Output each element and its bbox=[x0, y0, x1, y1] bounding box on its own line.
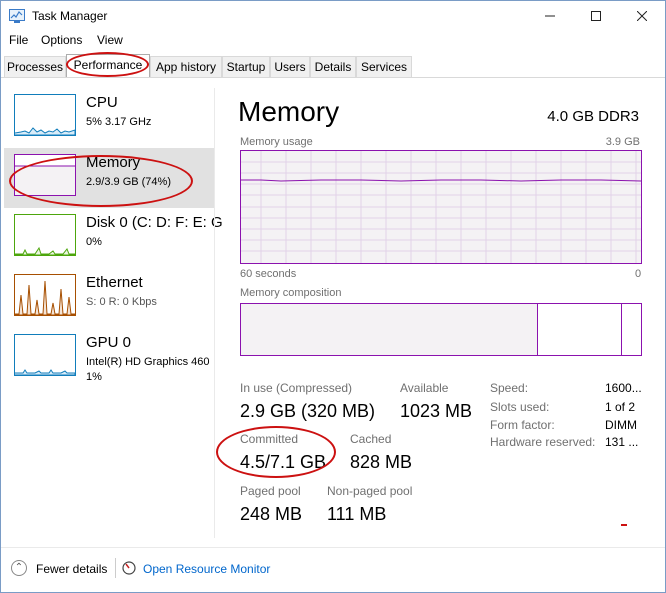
memory-usage-graph bbox=[240, 150, 642, 264]
disk-thumbnail-graph bbox=[14, 214, 76, 256]
in-use-label: In use (Compressed) bbox=[240, 381, 353, 395]
speed-value: 1600... bbox=[605, 381, 642, 395]
window-title: Task Manager bbox=[32, 9, 108, 23]
detail-title: Memory bbox=[238, 96, 340, 127]
ethernet-sparkline bbox=[15, 280, 75, 315]
non-paged-pool-label: Non-paged pool bbox=[327, 484, 413, 498]
maximize-button[interactable] bbox=[573, 1, 619, 31]
tab-processes[interactable]: Processes bbox=[4, 56, 66, 77]
menu-options[interactable]: Options bbox=[41, 33, 82, 47]
available-label: Available bbox=[400, 381, 449, 395]
tab-divider bbox=[1, 77, 665, 78]
cached-label: Cached bbox=[350, 432, 392, 446]
memory-spec: 4.0 GB DDR3 bbox=[547, 108, 639, 125]
resource-detail-memory: 2.9/3.9 GB (74%) bbox=[86, 176, 171, 188]
resource-item-ethernet[interactable]: Ethernet S: 0 R: 0 Kbps bbox=[4, 268, 214, 328]
resource-name-gpu: GPU 0 bbox=[86, 334, 132, 351]
task-manager-window: Task Manager File Options View Processes… bbox=[0, 0, 666, 593]
committed-label: Committed bbox=[240, 432, 299, 446]
tab-services[interactable]: Services bbox=[356, 56, 412, 77]
resource-name-cpu: CPU bbox=[86, 94, 118, 111]
time-axis-end: 0 bbox=[635, 268, 642, 280]
resource-detail-ethernet: S: 0 R: 0 Kbps bbox=[86, 296, 157, 308]
cached-value: 828 MB bbox=[350, 452, 413, 472]
ethernet-thumbnail-graph bbox=[14, 274, 76, 316]
memory-sparkline bbox=[15, 165, 75, 195]
composition-in-use-segment[interactable] bbox=[241, 304, 538, 355]
resource-monitor-icon bbox=[122, 561, 136, 575]
memory-usage-label: Memory usage bbox=[240, 136, 313, 148]
menu-file[interactable]: File bbox=[9, 33, 28, 47]
paged-pool-label: Paged pool bbox=[240, 484, 301, 498]
in-use-value: 2.9 GB (320 MB) bbox=[240, 401, 376, 421]
resource-name-ethernet: Ethernet bbox=[86, 274, 143, 291]
minimize-button[interactable] bbox=[527, 1, 573, 31]
resource-item-disk[interactable]: Disk 0 (C: D: F: E: G 0% bbox=[4, 208, 223, 268]
chevron-up-icon[interactable]: ⌃ bbox=[11, 560, 27, 576]
resource-item-cpu[interactable]: CPU 5% 3.17 GHz bbox=[4, 88, 214, 148]
open-resource-monitor-link[interactable]: Open Resource Monitor bbox=[143, 562, 270, 576]
title-bar[interactable]: Task Manager bbox=[1, 1, 665, 31]
footer-separator bbox=[115, 558, 116, 578]
paged-pool-value: 248 MB bbox=[240, 504, 303, 524]
fewer-details-link[interactable]: Fewer details bbox=[36, 562, 107, 576]
time-axis-start: 60 seconds bbox=[240, 268, 297, 280]
resource-detail-gpu-usage: 1% bbox=[86, 371, 102, 383]
annotation-red-dash bbox=[621, 524, 627, 526]
committed-value: 4.5/7.1 GB bbox=[240, 452, 327, 472]
memory-composition-bar bbox=[240, 303, 642, 356]
slots-used-value: 1 of 2 bbox=[605, 400, 636, 414]
form-factor-value: DIMM bbox=[605, 418, 637, 432]
disk-sparkline bbox=[15, 246, 75, 255]
non-paged-pool-value: 111 MB bbox=[327, 504, 387, 524]
hardware-reserved-label: Hardware reserved: bbox=[490, 435, 596, 449]
resource-name-memory: Memory bbox=[86, 154, 141, 171]
resource-item-memory[interactable]: Memory 2.9/3.9 GB (74%) bbox=[4, 148, 214, 208]
resource-detail-cpu: 5% 3.17 GHz bbox=[86, 116, 152, 128]
composition-standby-segment[interactable] bbox=[540, 304, 622, 355]
available-value: 1023 MB bbox=[400, 401, 473, 421]
resource-detail-disk: 0% bbox=[86, 236, 102, 248]
minimize-icon bbox=[545, 15, 555, 17]
gpu-thumbnail-graph bbox=[14, 334, 76, 376]
maximize-icon bbox=[591, 11, 601, 21]
memory-usage-chart bbox=[241, 151, 641, 263]
tab-startup[interactable]: Startup bbox=[222, 56, 270, 77]
task-manager-icon bbox=[9, 9, 25, 23]
menu-view[interactable]: View bbox=[97, 33, 123, 47]
memory-composition-label: Memory composition bbox=[240, 287, 342, 299]
close-icon bbox=[636, 10, 648, 22]
memory-usage-max: 3.9 GB bbox=[605, 136, 640, 148]
hardware-reserved-value: 131 ... bbox=[605, 435, 639, 449]
tab-details[interactable]: Details bbox=[310, 56, 356, 77]
slots-used-label: Slots used: bbox=[490, 400, 550, 414]
cpu-sparkline bbox=[15, 127, 75, 135]
tab-performance[interactable]: Performance bbox=[66, 54, 150, 77]
resource-detail-gpu-model: Intel(R) HD Graphics 460 bbox=[86, 356, 210, 368]
speed-label: Speed: bbox=[490, 381, 529, 395]
close-button[interactable] bbox=[619, 1, 665, 31]
resource-name-disk: Disk 0 (C: D: F: E: G bbox=[86, 214, 223, 231]
gpu-sparkline bbox=[15, 369, 75, 375]
memory-thumbnail-graph bbox=[14, 154, 76, 196]
cpu-thumbnail-graph bbox=[14, 94, 76, 136]
tab-users[interactable]: Users bbox=[270, 56, 310, 77]
panel-divider bbox=[214, 88, 215, 538]
resource-item-gpu[interactable]: GPU 0 Intel(R) HD Graphics 460 1% bbox=[4, 328, 214, 388]
resource-list: CPU 5% 3.17 GHz Memory 2.9/3.9 GB (74%) … bbox=[4, 88, 223, 538]
form-factor-label: Form factor: bbox=[490, 418, 555, 432]
tab-app-history[interactable]: App history bbox=[150, 56, 222, 77]
footer-divider bbox=[1, 547, 665, 548]
